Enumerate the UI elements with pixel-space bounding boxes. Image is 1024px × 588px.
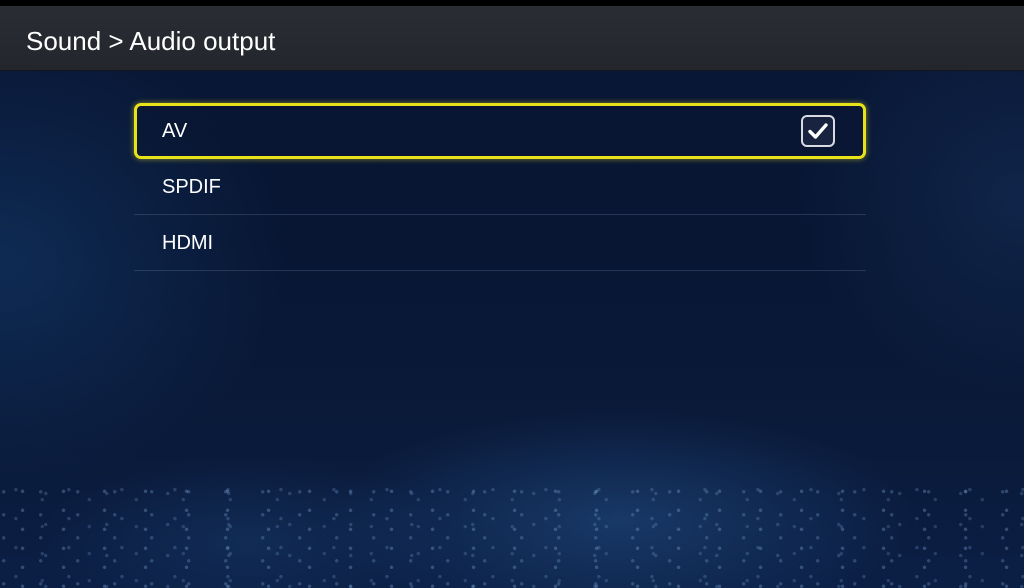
checkmark-icon	[808, 123, 828, 139]
option-label: AV	[162, 120, 188, 142]
background-decoration	[0, 478, 1024, 588]
checkbox[interactable]	[801, 115, 835, 147]
option-spdif[interactable]: SPDIF	[134, 159, 866, 215]
option-av[interactable]: AV	[134, 103, 866, 159]
option-hdmi[interactable]: HDMI	[134, 215, 866, 271]
option-label: HDMI	[162, 232, 214, 254]
audio-output-list: AV SPDIF HDMI	[134, 103, 866, 271]
page-title: Sound > Audio output	[26, 26, 276, 56]
header-bar: Sound > Audio output	[0, 6, 1024, 71]
option-label: SPDIF	[162, 176, 221, 198]
settings-screen: Sound > Audio output AV SPDIF HDMI	[0, 0, 1024, 588]
